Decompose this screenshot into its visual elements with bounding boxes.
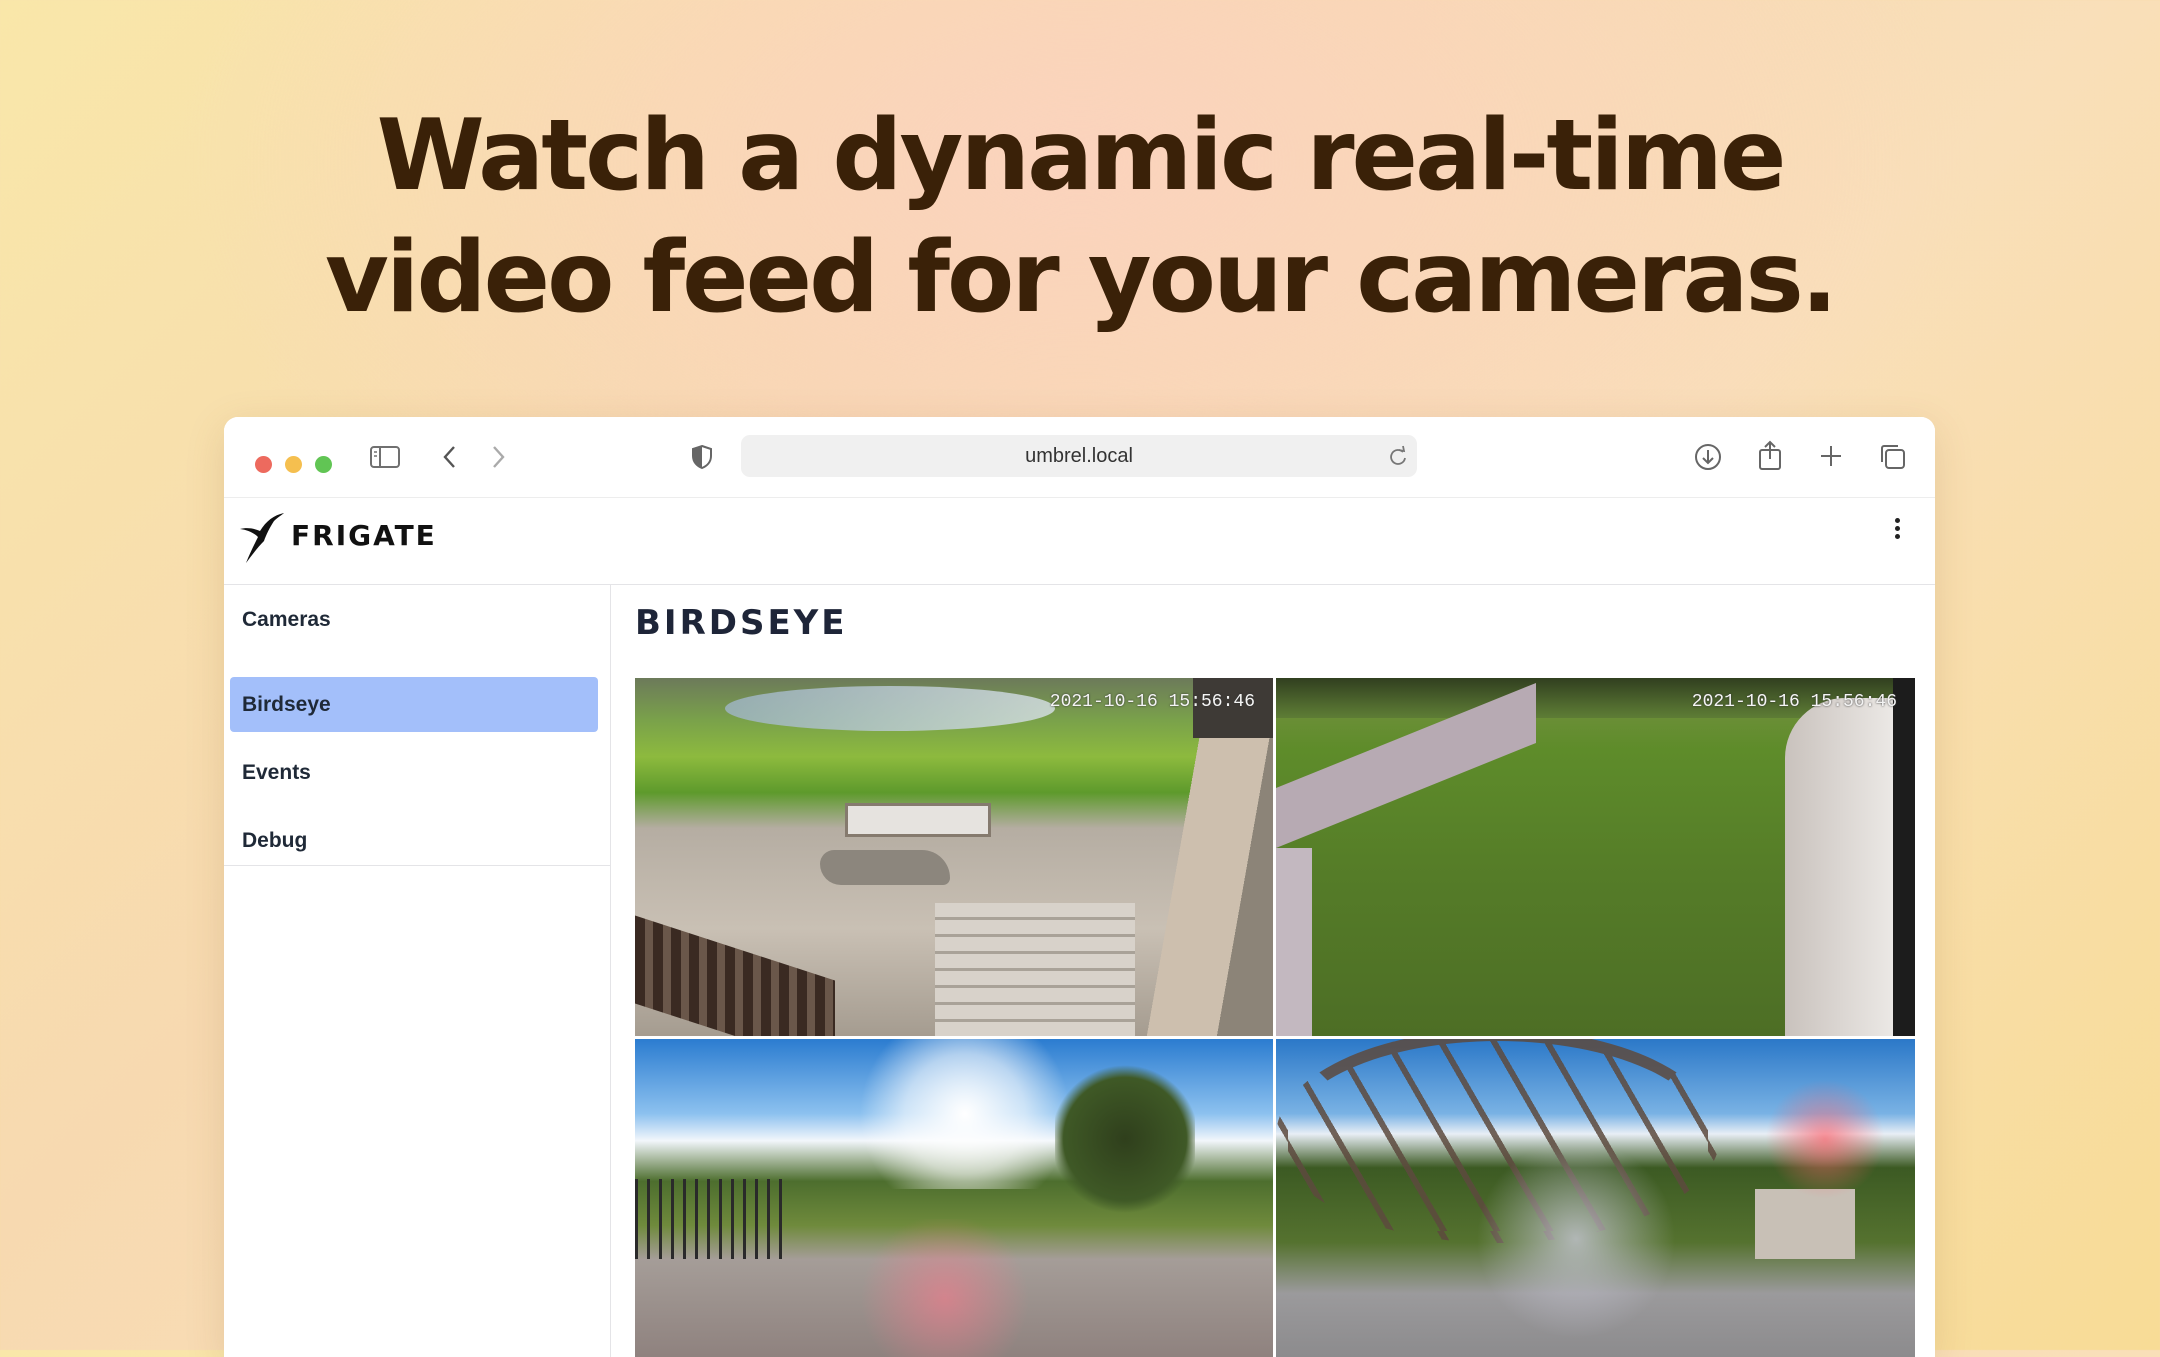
fire-pit-scene [845,803,991,837]
pond-scene [725,686,1055,731]
gate-scene [635,1179,785,1259]
sidebar: Cameras Birdseye Events Debug [224,585,611,866]
minimize-window-button[interactable] [285,456,302,473]
headline-line-1: Watch a dynamic real-time [376,99,1787,213]
fence-scene [635,915,835,1036]
url-text: umbrel.local [1025,445,1133,467]
download-icon[interactable] [1693,442,1723,477]
tabs-overview-icon[interactable] [1878,442,1908,477]
main-content: BIRDSEYE 2021-10-16 15:56:46 2021-10-16 … [611,585,1935,1357]
brand-name[interactable]: FRIGATE [291,519,437,552]
stairs-scene [935,903,1135,1036]
camera-feed-pergola[interactable] [1276,1039,1915,1357]
browser-window: umbrel.local FRIGATE Cameras Birdseye Ev… [224,417,1935,1357]
frame-edge-scene [1893,678,1915,1036]
bench-scene [820,850,950,885]
close-window-button[interactable] [255,456,272,473]
camera-timestamp: 2021-10-16 15:56:46 [1049,692,1255,712]
sidebar-item-birdseye[interactable]: Birdseye [230,677,598,732]
zoom-window-button[interactable] [315,456,332,473]
lens-flare-scene [1765,1079,1885,1199]
sidebar-item-events[interactable]: Events [230,745,598,800]
lens-haze-scene [1476,1139,1676,1339]
app-header: FRIGATE [224,497,1935,585]
camera-feed-driveway[interactable] [635,1039,1273,1357]
browser-toolbar: umbrel.local [224,417,1935,498]
sidebar-empty-area [224,865,611,1357]
tree-scene [1055,1064,1195,1214]
camera-feed-yard[interactable]: 2021-10-16 15:56:46 [1276,678,1915,1036]
wall-base-scene [1276,848,1312,1036]
garage-scene [1755,1189,1855,1259]
sidebar-item-cameras[interactable]: Cameras [230,592,598,647]
lens-flare-scene [855,1219,1035,1357]
sidebar-toggle-icon[interactable] [370,445,400,474]
camera-feed-patio[interactable]: 2021-10-16 15:56:46 [635,678,1273,1036]
more-options-icon[interactable] [1887,515,1907,545]
headline-line-2: video feed for your cameras. [324,221,1838,335]
sidebar-item-debug[interactable]: Debug [230,813,598,868]
frigate-bird-logo-icon[interactable] [236,509,288,570]
birdseye-camera-grid: 2021-10-16 15:56:46 2021-10-16 15:56:46 [635,678,1915,1357]
house-wall-scene [1785,698,1895,1036]
hero-headline: Watch a dynamic real-time video feed for… [0,95,2160,339]
new-tab-icon[interactable] [1818,443,1844,474]
reload-icon[interactable] [1387,435,1409,492]
address-bar[interactable]: umbrel.local [741,435,1417,477]
camera-timestamp: 2021-10-16 15:56:46 [1691,692,1897,712]
share-icon[interactable] [1755,439,1785,476]
shield-icon[interactable] [691,444,713,475]
forward-icon[interactable] [488,443,508,476]
page-title: BIRDSEYE [635,603,848,643]
back-icon[interactable] [440,443,460,476]
